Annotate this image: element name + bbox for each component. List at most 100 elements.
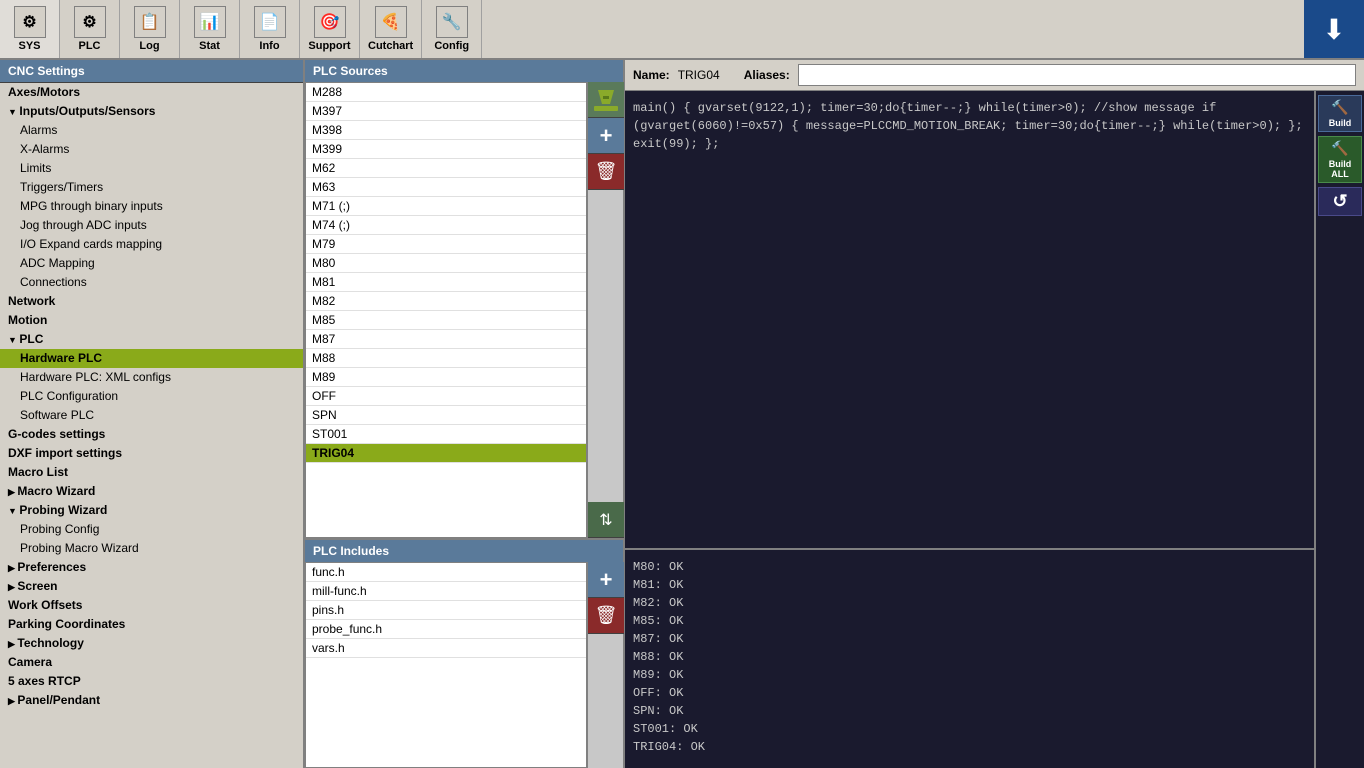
plc-button[interactable]: ⚙ PLC [60,0,120,58]
plc-source-item[interactable]: M81 [306,273,586,292]
sidebar-item-io-expand[interactable]: I/O Expand cards mapping [0,235,303,254]
right-panel: Name: TRIG04 Aliases: main() { gvarset(9… [625,60,1364,768]
build-all-button[interactable]: 🔨 Build ALL [1318,136,1362,183]
plc-delete-button[interactable]: 🗑 [588,154,624,190]
plc-source-item[interactable]: M288 [306,83,586,102]
code-editor[interactable]: main() { gvarset(9122,1); timer=30;do{ti… [625,91,1314,548]
sidebar-item-work-offsets[interactable]: Work Offsets [0,596,303,615]
plc-source-item[interactable]: M80 [306,254,586,273]
aliases-input[interactable] [798,64,1356,86]
config-button[interactable]: 🔧 Config [422,0,482,58]
plc-source-item[interactable]: M71 (;) [306,197,586,216]
plc-source-item[interactable]: TRIG04 [306,444,586,463]
plc-include-item[interactable]: probe_func.h [306,620,586,639]
sidebar-item-dxf[interactable]: DXF import settings [0,444,303,463]
cutchart-icon: 🍕 [375,6,407,38]
config-icon: 🔧 [436,6,468,38]
cutchart-button[interactable]: 🍕 Cutchart [360,0,422,58]
sidebar-item-inputs-outputs[interactable]: Inputs/Outputs/Sensors [0,102,303,121]
plc-sources-list[interactable]: M288M397M398M399M62M63M71 (;)M74 (;)M79M… [305,82,587,538]
support-icon: 🎯 [314,6,346,38]
plc-includes-header: PLC Includes [305,540,623,562]
plc-includes-list-area: func.hmill-func.hpins.hprobe_func.hvars.… [305,562,623,768]
plc-source-item[interactable]: M397 [306,102,586,121]
sidebar-item-hardware-plc-xml[interactable]: Hardware PLC: XML configs [0,368,303,387]
sidebar-item-motion[interactable]: Motion [0,311,303,330]
sys-button[interactable]: ⚙ SYS [0,0,60,58]
sidebar-item-network[interactable]: Network [0,292,303,311]
plc-includes-section: PLC Includes func.hmill-func.hpins.hprob… [305,538,623,768]
plc-source-item[interactable]: M62 [306,159,586,178]
sidebar-item-probing-config[interactable]: Probing Config [0,520,303,539]
download-button[interactable]: ⬇ [1304,0,1364,58]
sidebar-item-software-plc[interactable]: Software PLC [0,406,303,425]
toolbar-spacer [482,0,1304,58]
plc-includes-delete-button[interactable]: 🗑 [588,598,624,634]
plc-icon: ⚙ [74,6,106,38]
plc-include-item[interactable]: func.h [306,563,586,582]
plc-sources-section: PLC Sources M288M397M398M399M62M63M71 (;… [305,60,623,538]
plc-source-item[interactable]: SPN [306,406,586,425]
plc-source-item[interactable]: OFF [306,387,586,406]
plc-include-item[interactable]: mill-func.h [306,582,586,601]
sidebar-item-x-alarms[interactable]: X-Alarms [0,140,303,159]
sidebar-item-screen[interactable]: Screen [0,577,303,596]
plc-source-item[interactable]: M82 [306,292,586,311]
sidebar-item-macro-list[interactable]: Macro List [0,463,303,482]
plc-include-item[interactable]: pins.h [306,601,586,620]
plc-includes-list[interactable]: func.hmill-func.hpins.hprobe_func.hvars.… [305,562,587,768]
plc-source-item[interactable]: M398 [306,121,586,140]
plc-build-button[interactable] [588,82,624,118]
plc-add-button[interactable]: + [588,118,624,154]
code-header: Name: TRIG04 Aliases: [625,60,1364,91]
plc-includes-add-button[interactable]: + [588,562,624,598]
sidebar-item-probing-wizard[interactable]: Probing Wizard [0,501,303,520]
sidebar-item-axes-motors[interactable]: Axes/Motors [0,83,303,102]
plc-source-item[interactable]: M79 [306,235,586,254]
plc-source-item[interactable]: M89 [306,368,586,387]
reload-button[interactable]: ↺ [1318,187,1362,216]
sidebar-item-preferences[interactable]: Preferences [0,558,303,577]
sidebar-item-camera[interactable]: Camera [0,653,303,672]
sidebar-item-triggers-timers[interactable]: Triggers/Timers [0,178,303,197]
toolbar: ⚙ SYS ⚙ PLC 📋 Log 📊 Stat 📄 Info 🎯 Suppor… [0,0,1364,60]
sidebar-item-jog-adc[interactable]: Jog through ADC inputs [0,216,303,235]
sidebar-item-gcodes[interactable]: G-codes settings [0,425,303,444]
sidebar-item-5axes[interactable]: 5 axes RTCP [0,672,303,691]
stat-button[interactable]: 📊 Stat [180,0,240,58]
plc-include-item[interactable]: vars.h [306,639,586,658]
sidebar-item-hardware-plc[interactable]: Hardware PLC [0,349,303,368]
plc-sources-buttons: + 🗑 ⇅ [587,82,623,538]
sidebar: CNC Settings Axes/Motors Inputs/Outputs/… [0,60,305,768]
build-single-button[interactable]: 🔨 Build [1318,95,1362,132]
plc-source-item[interactable]: M88 [306,349,586,368]
plus-icon: + [600,123,613,149]
sidebar-item-mpg[interactable]: MPG through binary inputs [0,197,303,216]
sidebar-item-limits[interactable]: Limits [0,159,303,178]
plc-source-item[interactable]: M87 [306,330,586,349]
sidebar-item-plc[interactable]: PLC [0,330,303,349]
sidebar-item-macro-wizard[interactable]: Macro Wizard [0,482,303,501]
plc-special-button[interactable]: ⇅ [588,502,624,538]
build-icon [592,86,620,114]
plc-source-item[interactable]: M74 (;) [306,216,586,235]
sidebar-item-alarms[interactable]: Alarms [0,121,303,140]
download-icon: ⬇ [1322,13,1345,46]
info-button[interactable]: 📄 Info [240,0,300,58]
plc-source-item[interactable]: M63 [306,178,586,197]
sys-icon: ⚙ [14,6,46,38]
sidebar-item-connections[interactable]: Connections [0,273,303,292]
plc-source-item[interactable]: M85 [306,311,586,330]
support-button[interactable]: 🎯 Support [300,0,360,58]
sidebar-item-plc-config[interactable]: PLC Configuration [0,387,303,406]
sidebar-item-adc-mapping[interactable]: ADC Mapping [0,254,303,273]
plc-source-item[interactable]: M399 [306,140,586,159]
plus-icon: + [600,567,613,593]
sidebar-item-technology[interactable]: Technology [0,634,303,653]
sidebar-item-panel[interactable]: Panel/Pendant [0,691,303,710]
plc-sources-header: PLC Sources [305,60,623,82]
sidebar-item-parking[interactable]: Parking Coordinates [0,615,303,634]
log-button[interactable]: 📋 Log [120,0,180,58]
sidebar-item-probing-macro[interactable]: Probing Macro Wizard [0,539,303,558]
plc-source-item[interactable]: ST001 [306,425,586,444]
